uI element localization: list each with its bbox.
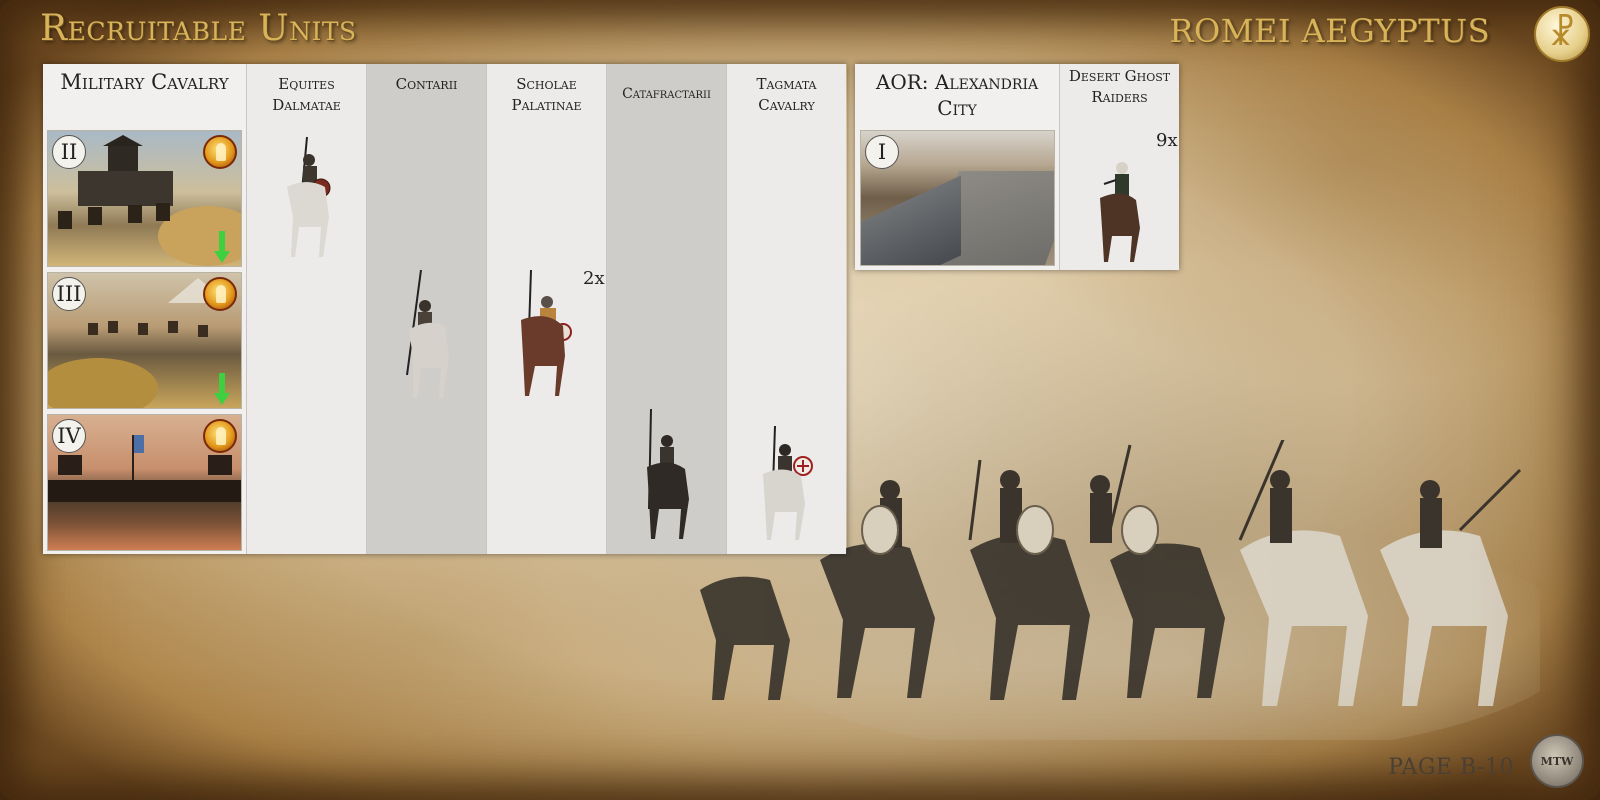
unit-name: Equites Dalmatae bbox=[272, 75, 341, 114]
tier-iii-badge: III bbox=[52, 277, 86, 311]
page-number: PAGE B-10 bbox=[1388, 755, 1514, 780]
alexandria-city-image: I bbox=[860, 130, 1055, 266]
mod-logo-seal: MTW bbox=[1530, 734, 1584, 788]
desert-raider-unit-icon bbox=[1100, 162, 1140, 262]
tier-iv-badge: IV bbox=[52, 419, 86, 453]
horse-archer-unit-icon bbox=[287, 136, 331, 257]
unit-name: Catafractarii bbox=[622, 86, 711, 102]
aor-tier-badge: I bbox=[865, 135, 899, 169]
unit-name: Scholae Palatinae bbox=[511, 75, 582, 114]
faction-title: ROMEI AEGYPTUS bbox=[1169, 12, 1490, 50]
tier-iii-image: III bbox=[47, 272, 242, 409]
chi-rho-icon: ☧ bbox=[1534, 6, 1590, 62]
unit-column-catafractarii[interactable]: Catafractarii bbox=[606, 64, 726, 554]
page-title: Recruitable Units bbox=[40, 8, 357, 49]
building-column: Military Cavalry II III IV bbox=[43, 64, 246, 554]
cavalry-emblem-icon bbox=[203, 135, 237, 169]
aor-title: AOR: Alexandria City bbox=[875, 70, 1039, 120]
tier-ii-image: II bbox=[47, 130, 242, 267]
unit-count-multiplier: 9x bbox=[1156, 130, 1178, 151]
heavy-cavalry-unit-icon bbox=[521, 270, 572, 396]
unit-column-contarii[interactable]: Contarii bbox=[366, 64, 486, 554]
aor-building-column: AOR: Alexandria City I bbox=[855, 64, 1059, 270]
unit-name: Contarii bbox=[395, 75, 458, 93]
cavalry-emblem-icon bbox=[203, 277, 237, 311]
unit-count-multiplier: 2x bbox=[583, 268, 605, 289]
unit-column-tagmata-cavalry[interactable]: Tagmata Cavalry bbox=[726, 64, 846, 554]
upgrade-arrow-icon bbox=[214, 231, 230, 263]
aor-panel: AOR: Alexandria City I Desert Ghost Raid… bbox=[855, 64, 1179, 270]
unit-name: Tagmata Cavalry bbox=[756, 75, 817, 114]
tier-ii-badge: II bbox=[52, 135, 86, 169]
unit-column-desert-ghost-raiders[interactable]: Desert Ghost Raiders 9x bbox=[1059, 64, 1179, 270]
unit-column-equites-dalmatae[interactable]: Equites Dalmatae bbox=[246, 64, 366, 554]
upgrade-arrow-icon bbox=[214, 373, 230, 405]
unit-column-scholae-palatinae[interactable]: Scholae Palatinae 2x bbox=[486, 64, 606, 554]
lancer-unit-icon bbox=[406, 270, 449, 398]
building-name: Military Cavalry bbox=[60, 70, 229, 94]
tagmata-unit-icon bbox=[763, 426, 813, 540]
cavalry-emblem-icon bbox=[203, 419, 237, 453]
recruitment-panel: Military Cavalry II III IV Equites Dalma… bbox=[43, 64, 847, 554]
tier-iv-image: IV bbox=[47, 414, 242, 551]
unit-name: Desert Ghost Raiders bbox=[1068, 67, 1171, 106]
cataphract-unit-icon bbox=[647, 409, 689, 539]
